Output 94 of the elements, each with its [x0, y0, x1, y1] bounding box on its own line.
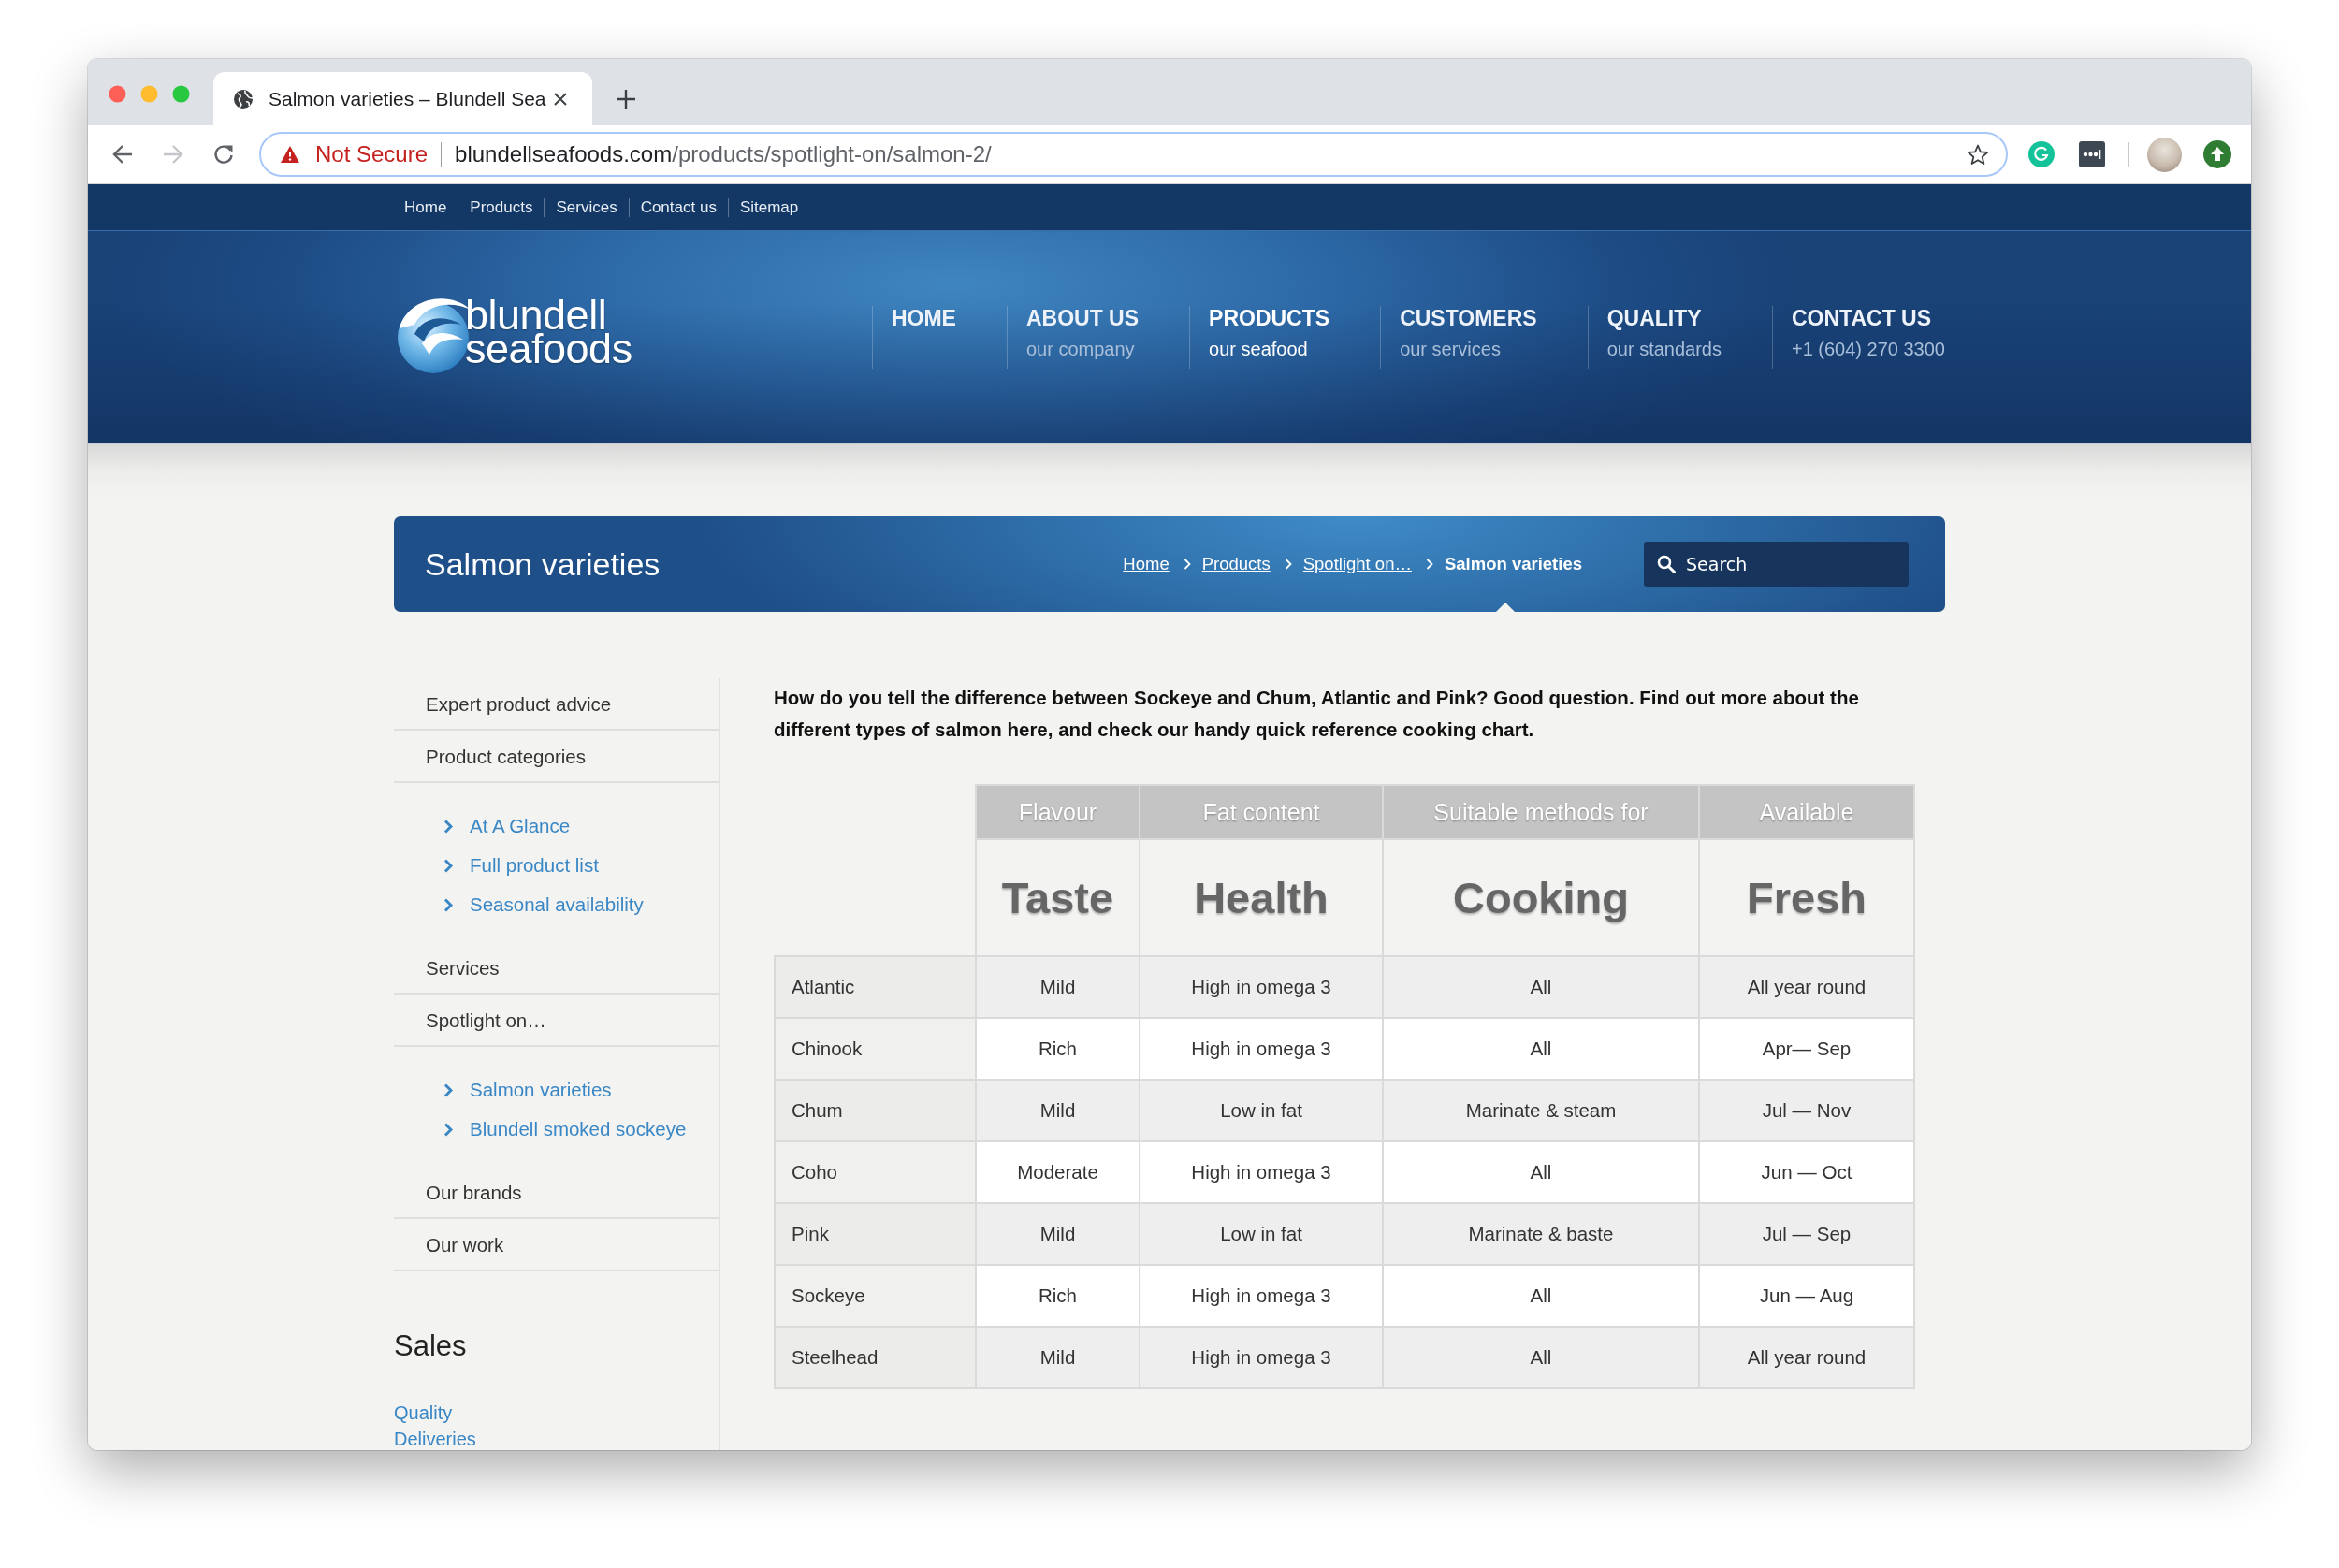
- table-cell: High in omega 3: [1140, 956, 1383, 1018]
- dots-tile-icon[interactable]: [2079, 141, 2105, 167]
- table-cell: High in omega 3: [1140, 1018, 1383, 1080]
- warning-icon: [281, 146, 299, 163]
- table-cell: All: [1383, 1141, 1699, 1203]
- row-header: Coho: [775, 1141, 976, 1203]
- table-cell: Jun — Aug: [1699, 1265, 1914, 1327]
- table-cell: Mild: [976, 956, 1140, 1018]
- main-menu-item[interactable]: QUALITY our standards: [1587, 306, 1772, 369]
- chevron-icon: [1284, 559, 1292, 570]
- sales-heading: Sales: [394, 1328, 467, 1364]
- table-cell: All: [1383, 1018, 1699, 1080]
- sidebar-item[interactable]: Our brands: [394, 1167, 719, 1219]
- table-cell: Marinate & baste: [1383, 1203, 1699, 1265]
- sidebar-link[interactable]: Seasonal availability: [470, 893, 644, 916]
- sidebar-link[interactable]: Salmon varieties: [470, 1079, 612, 1101]
- sidebar-item[interactable]: Services: [394, 942, 719, 995]
- sidebar-item[interactable]: Product categories: [394, 731, 719, 783]
- table-cell: All: [1383, 956, 1699, 1018]
- sidebar-item[interactable]: Spotlight on…: [394, 995, 719, 1047]
- row-header: Chinook: [775, 1018, 976, 1080]
- table-cell: Low in fat: [1140, 1080, 1383, 1141]
- page-title: Salmon varieties: [425, 545, 661, 583]
- column-title: Fresh: [1699, 839, 1914, 956]
- chevron-icon: [443, 1122, 453, 1137]
- sidebar-link[interactable]: Full product list: [470, 854, 599, 877]
- browser-tab[interactable]: Salmon varieties – Blundell Sea: [213, 72, 592, 125]
- globe-icon: [233, 88, 254, 109]
- top-nav-link[interactable]: Contact us: [628, 197, 728, 217]
- top-nav-link[interactable]: Products: [458, 197, 545, 217]
- sidebar-item[interactable]: Our work: [394, 1219, 719, 1271]
- table-cell: Rich: [976, 1265, 1140, 1327]
- column-header: Available: [1699, 785, 1914, 839]
- intro-paragraph: How do you tell the difference between Sockeye and Chum, Atlantic and Pink? Good question. Find out more about the different types of salmon here, and check our handy quick reference cooking chart.: [774, 686, 1860, 742]
- breadcrumb-link[interactable]: Home: [1123, 554, 1170, 574]
- breadcrumb-link[interactable]: Spotlight on…: [1302, 554, 1412, 574]
- table-cell: All: [1383, 1327, 1699, 1388]
- bookmark-star-icon[interactable]: [1967, 143, 1989, 166]
- main-menu-item[interactable]: ABOUT US our company: [1006, 306, 1190, 369]
- address-field[interactable]: Not Secure blundellseafoods.com/products/spotlight-on/salmon-2/: [259, 132, 2008, 177]
- table-cell: Moderate: [976, 1141, 1140, 1203]
- chevron-icon: [443, 1082, 453, 1097]
- column-title: Cooking: [1383, 839, 1699, 956]
- main-menu-item[interactable]: PRODUCTS our seafood: [1189, 306, 1381, 369]
- chevron-icon: [443, 897, 453, 912]
- notch-icon: [1496, 603, 1516, 612]
- row-header: Pink: [775, 1203, 976, 1265]
- table-cell: Mild: [976, 1327, 1140, 1388]
- top-nav-link[interactable]: Home: [394, 197, 458, 217]
- table-cell: All: [1383, 1265, 1699, 1327]
- table-cell: Mild: [976, 1203, 1140, 1265]
- table-cell: Rich: [976, 1018, 1140, 1080]
- table-cell: Jul — Sep: [1699, 1203, 1914, 1265]
- column-title: Taste: [976, 839, 1140, 956]
- table-cell: All year round: [1699, 956, 1914, 1018]
- chevron-icon: [443, 858, 453, 873]
- row-header: Chum: [775, 1080, 976, 1141]
- security-label: Not Secure: [315, 141, 429, 167]
- row-header: Sockeye: [775, 1265, 976, 1327]
- main-menu-item[interactable]: HOME: [871, 306, 1007, 369]
- column-header: Flavour: [976, 785, 1140, 839]
- logo-text: blundell seafoods: [465, 298, 632, 366]
- top-nav-link[interactable]: Sitemap: [727, 197, 810, 217]
- new-tab-icon[interactable]: [617, 90, 635, 109]
- search-icon: [1657, 555, 1676, 573]
- table-cell: Mild: [976, 1080, 1140, 1141]
- chevron-icon: [1425, 559, 1433, 570]
- table-cell: Apr— Sep: [1699, 1018, 1914, 1080]
- table-cell: Jul — Nov: [1699, 1080, 1914, 1141]
- table-cell: High in omega 3: [1140, 1141, 1383, 1203]
- main-menu-item[interactable]: CONTACT US +1 (604) 270 3300: [1771, 306, 1945, 369]
- table-cell: High in omega 3: [1140, 1327, 1383, 1388]
- reload-icon[interactable]: [213, 144, 234, 165]
- table-cell: High in omega 3: [1140, 1265, 1383, 1327]
- main-menu-item[interactable]: CUSTOMERS our services: [1380, 306, 1588, 369]
- table-cell: Low in fat: [1140, 1203, 1383, 1265]
- breadcrumb-current: Salmon varieties: [1444, 554, 1582, 574]
- column-header: Fat content: [1140, 785, 1383, 839]
- url-text: blundellseafoods.com/products/spotlight-on/salmon-2/: [455, 141, 992, 167]
- table-cell: All year round: [1699, 1327, 1914, 1388]
- search-field[interactable]: Search: [1644, 542, 1909, 587]
- row-header: Atlantic: [775, 956, 976, 1018]
- table-cell: Marinate & steam: [1383, 1080, 1699, 1141]
- breadcrumb-link[interactable]: Products: [1201, 554, 1271, 574]
- row-header: Steelhead: [775, 1327, 976, 1388]
- back-arrow-icon[interactable]: [112, 144, 133, 165]
- column-header: Suitable methods for: [1383, 785, 1699, 839]
- chevron-icon: [1183, 559, 1191, 570]
- top-nav-link[interactable]: Services: [544, 197, 629, 217]
- sidebar-item[interactable]: Expert product advice: [394, 678, 719, 731]
- column-title: Health: [1140, 839, 1383, 956]
- chevron-icon: [443, 819, 453, 834]
- close-tab-icon[interactable]: [554, 92, 567, 106]
- table-cell: Jun — Oct: [1699, 1141, 1914, 1203]
